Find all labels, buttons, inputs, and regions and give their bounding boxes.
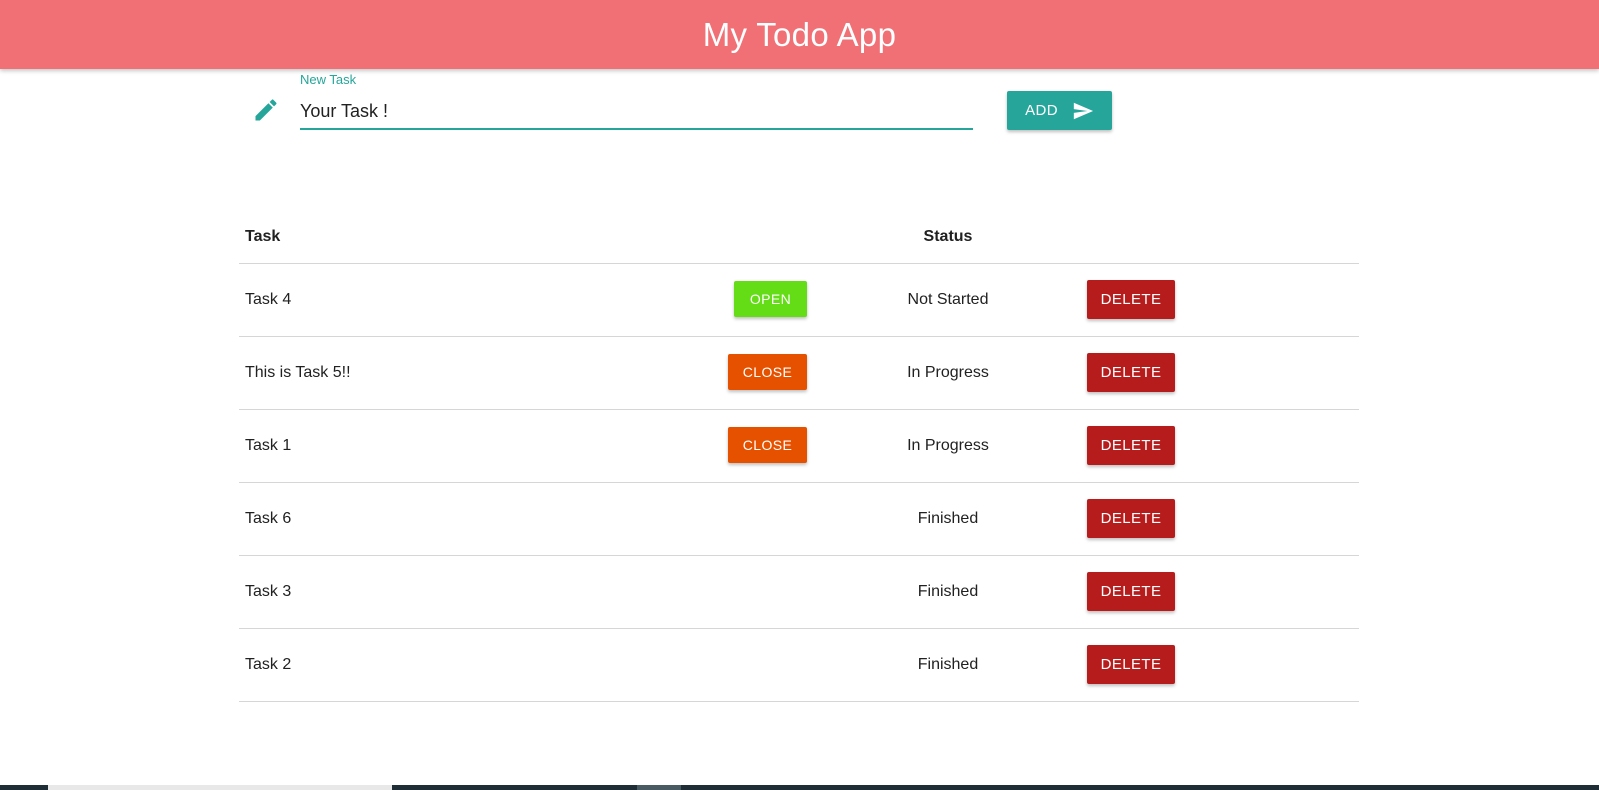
app-title: My Todo App (702, 15, 897, 53)
send-icon (1073, 102, 1094, 119)
header-status: Status (923, 228, 973, 245)
delete-button[interactable]: DELETE (1087, 499, 1175, 538)
taskbar-search-box[interactable] (48, 785, 392, 790)
delete-button[interactable]: DELETE (1087, 280, 1175, 319)
task-name: Task 3 (245, 583, 292, 600)
table-row: Task 4 OPEN Not Started DELETE (239, 264, 1359, 337)
add-button[interactable]: ADD (1007, 91, 1112, 130)
new-task-label: New Task (300, 72, 357, 87)
task-name: Task 6 (245, 510, 292, 527)
task-status: Finished (917, 656, 979, 673)
delete-button[interactable]: DELETE (1087, 645, 1175, 684)
close-button[interactable]: CLOSE (728, 354, 807, 390)
pencil-icon (252, 96, 280, 124)
task-table: Task Status Task 4 OPEN Not Started DELE… (239, 213, 1359, 702)
task-name: This is Task 5!! (245, 364, 351, 381)
table-row: This is Task 5!! CLOSE In Progress DELET… (239, 337, 1359, 410)
task-name: Task 2 (245, 656, 292, 673)
delete-button[interactable]: DELETE (1087, 426, 1175, 465)
os-taskbar (0, 785, 1599, 790)
task-status: Finished (917, 510, 979, 527)
table-row: Task 6 Finished DELETE (239, 483, 1359, 556)
header-task: Task (245, 228, 281, 245)
taskbar-app-icon[interactable] (637, 785, 681, 790)
table-header: Task Status (239, 213, 1359, 264)
task-status: Not Started (907, 291, 989, 308)
task-name: Task 4 (245, 291, 292, 308)
app-bar: My Todo App (0, 0, 1599, 69)
new-task-input[interactable] (300, 94, 973, 130)
add-button-label: ADD (1025, 102, 1058, 119)
delete-button[interactable]: DELETE (1087, 572, 1175, 611)
delete-button[interactable]: DELETE (1087, 353, 1175, 392)
table-row: Task 3 Finished DELETE (239, 556, 1359, 629)
table-row: Task 2 Finished DELETE (239, 629, 1359, 702)
close-button[interactable]: CLOSE (728, 427, 807, 463)
task-status: In Progress (907, 364, 989, 381)
open-button[interactable]: OPEN (734, 281, 807, 317)
task-name: Task 1 (245, 437, 292, 454)
table-row: Task 1 CLOSE In Progress DELETE (239, 410, 1359, 483)
task-status: In Progress (907, 437, 989, 454)
task-status: Finished (917, 583, 979, 600)
